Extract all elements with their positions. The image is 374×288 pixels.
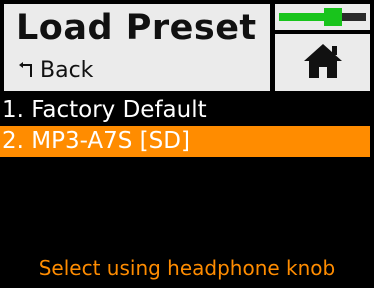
preset-item-mp3-a7s[interactable]: 2. MP3-A7S [SD] — [0, 126, 370, 157]
level-meter-indicator — [324, 8, 342, 26]
home-button[interactable] — [275, 34, 370, 91]
header: Load Preset Back — [0, 0, 374, 95]
load-preset-screen: Load Preset Back 1. Factory Default 2. M… — [0, 0, 374, 288]
preset-list: 1. Factory Default 2. MP3-A7S [SD] — [0, 95, 374, 157]
title-panel: Load Preset Back — [4, 4, 270, 91]
return-arrow-icon — [16, 59, 38, 81]
page-title: Load Preset — [16, 8, 257, 48]
back-label: Back — [40, 57, 94, 83]
hint-text: Select using headphone knob — [38, 256, 336, 280]
preset-item-factory-default[interactable]: 1. Factory Default — [0, 95, 374, 126]
back-button[interactable]: Back — [16, 56, 93, 84]
level-meter — [275, 4, 370, 30]
home-icon — [302, 42, 344, 84]
